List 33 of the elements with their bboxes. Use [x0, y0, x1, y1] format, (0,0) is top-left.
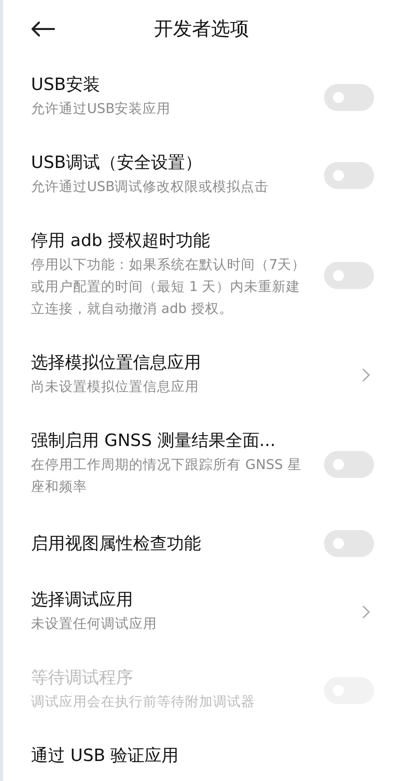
toggle-switch[interactable] [324, 450, 374, 478]
setting-title: 选择调试应用 [31, 589, 134, 611]
setting-row[interactable]: 强制启用 GNSS 测量结果全面... 在停用工作周期的情况下跟踪所有 GNSS 星座和频率 [3, 414, 400, 514]
toggle-switch[interactable] [324, 84, 374, 110]
chevron-right-icon [362, 368, 370, 382]
setting-description: 允许通过USB安装应用 [31, 100, 172, 119]
setting-description: 调试应用会在执行前等待附加调试器 [31, 693, 256, 712]
toggle-switch[interactable] [324, 262, 374, 288]
setting-row[interactable]: 启用视图属性检查功能 [3, 514, 400, 573]
setting-row[interactable]: 通过 USB 验证应用 [3, 729, 400, 781]
setting-row[interactable]: 选择调试应用 未设置任何调试应用 [3, 573, 400, 651]
setting-row[interactable]: USB安装 允许通过USB安装应用 [3, 58, 400, 136]
toggle-switch[interactable] [324, 530, 374, 557]
chevron-right-icon [362, 605, 370, 619]
setting-row[interactable]: 停用 adb 授权超时功能 停用以下功能：如果系统在默认时间（7天）或用户配置的时间（最短 1 天）内未重新建立连接，就自动撤消 adb 授权。 [3, 214, 400, 336]
setting-row[interactable]: 选择模拟位置信息应用 尚未设置模拟位置信息应用 [3, 336, 400, 414]
setting-title: 停用 adb 授权超时功能 [31, 230, 211, 252]
setting-title: 启用视图属性检查功能 [31, 532, 202, 554]
setting-title: USB安装 [31, 74, 101, 96]
setting-row[interactable]: USB调试（安全设置） 允许通过USB调试修改权限或模拟点击 [3, 136, 400, 214]
setting-title: 等待调试程序 [31, 667, 134, 689]
setting-title: 通过 USB 验证应用 [31, 745, 180, 767]
setting-description: 尚未设置模拟位置信息应用 [31, 378, 200, 397]
page-title: 开发者选项 [153, 17, 250, 42]
toggle-switch[interactable] [324, 162, 374, 188]
setting-description: 允许通过USB调试修改权限或模拟点击 [31, 178, 270, 197]
setting-title: 强制启用 GNSS 测量结果全面... [31, 430, 276, 452]
back-arrow-icon[interactable] [31, 21, 55, 37]
setting-description: 在停用工作周期的情况下跟踪所有 GNSS 星座和频率 [31, 456, 302, 497]
setting-description: 停用以下功能：如果系统在默认时间（7天）或用户配置的时间（最短 1 天）内未重新建立连接，就自动撤消 adb 授权。 [31, 256, 307, 319]
setting-description: 未设置任何调试应用 [31, 615, 158, 634]
setting-title: 选择模拟位置信息应用 [31, 352, 202, 374]
setting-title: USB调试（安全设置） [31, 152, 203, 174]
